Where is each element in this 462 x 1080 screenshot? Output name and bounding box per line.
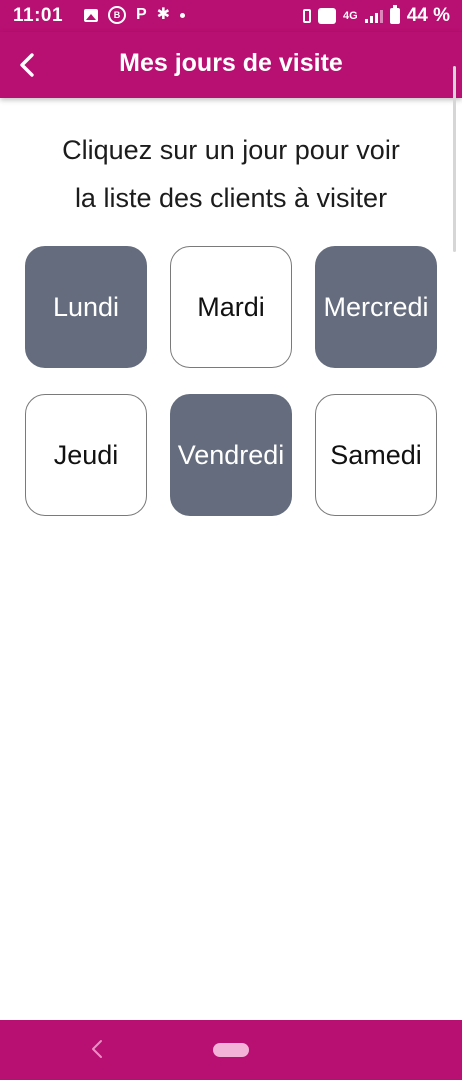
b-badge-icon: B (108, 6, 126, 24)
status-time: 11:01 (13, 5, 64, 26)
day-button-lundi[interactable]: Lundi (25, 246, 147, 368)
system-nav-bar (0, 1020, 462, 1080)
vibrate-icon (303, 9, 311, 23)
home-pill-icon[interactable] (213, 1043, 249, 1057)
day-button-mercredi[interactable]: Mercredi (315, 246, 437, 368)
day-button-mardi[interactable]: Mardi (170, 246, 292, 368)
wifi-icon (318, 8, 336, 24)
gear-icon: ✱ (156, 6, 171, 23)
battery-percentage: 44 % (406, 5, 450, 26)
app-bar: Mes jours de visite (0, 32, 462, 98)
instruction-line-2: la liste des clients à visiter (74, 183, 388, 213)
day-button-samedi[interactable]: Samedi (315, 394, 437, 516)
instruction-text: Cliquez sur un jour pour voir la liste d… (20, 126, 442, 222)
back-icon[interactable] (88, 1038, 106, 1060)
status-notification-icons: B P ✱ (84, 6, 186, 24)
day-button-jeudi[interactable]: Jeudi (25, 394, 147, 516)
scrollbar[interactable] (453, 66, 456, 252)
status-bar: 11:01 B P ✱ 4G 44 % (0, 0, 462, 32)
network-type: 4G (343, 10, 358, 22)
day-button-vendredi[interactable]: Vendredi (170, 394, 292, 516)
image-icon (84, 8, 98, 22)
page-title: Mes jours de visite (119, 49, 343, 77)
battery-icon (389, 5, 400, 24)
instruction-line-1: Cliquez sur un jour pour voir (62, 135, 400, 165)
p-icon: P (136, 6, 147, 23)
dot-icon (180, 12, 186, 18)
signal-icon (364, 9, 383, 23)
status-system-icons: 4G 44 % (303, 5, 450, 27)
